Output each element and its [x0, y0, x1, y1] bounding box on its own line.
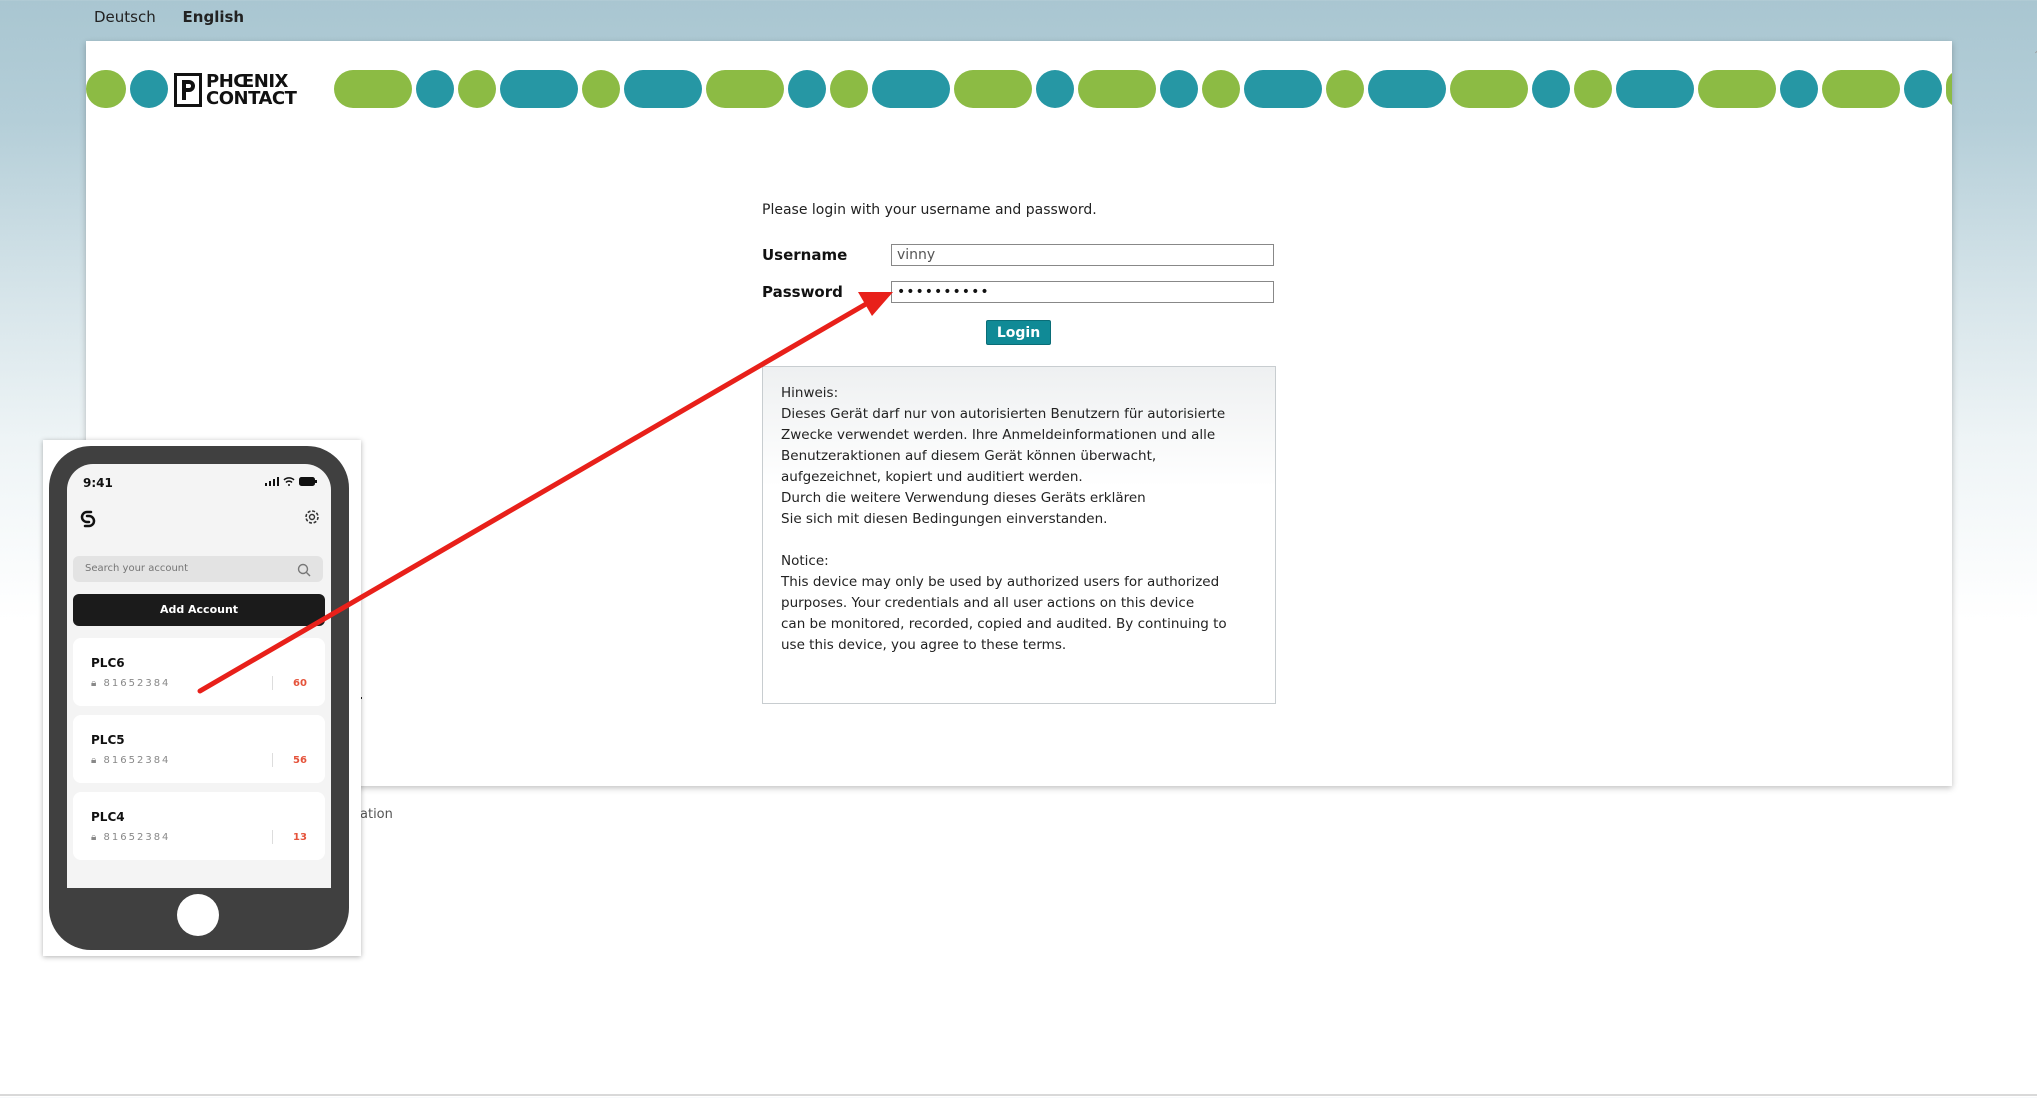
notice-en-title: Notice: [781, 553, 829, 569]
account-name: PLC5 [91, 733, 125, 747]
notice-de-line: Dieses Gerät darf nur von autorisierten … [781, 406, 1226, 422]
username-input[interactable] [891, 244, 1274, 266]
notice-en-line: can be monitored, recorded, copied and a… [781, 616, 1227, 632]
account-name: PLC4 [91, 810, 125, 824]
footer-text-fragment: ation [360, 807, 393, 822]
logo-text-line2: CONTACT [206, 88, 297, 109]
phone-body: 9:41 Add Account PLC6 🔒︎ 81652384 6 [49, 446, 349, 950]
login-intro-text: Please login with your username and pass… [762, 202, 1097, 218]
lock-icon: 🔒︎ [91, 755, 99, 766]
divider [0, 1094, 2037, 1096]
notice-de-line: Durch die weitere Verwendung dieses Gerä… [781, 490, 1146, 506]
notice-de-line: aufgezeichnet, kopiert und auditiert wer… [781, 469, 1083, 485]
wifi-icon [283, 477, 295, 486]
language-switcher: Deutsch English [94, 8, 266, 26]
app-logo-icon [77, 508, 99, 534]
notice-de-line: Zwecke verwendet werden. Ihre Anmeldeinf… [781, 427, 1216, 443]
notice-de-title: Hinweis: [781, 385, 839, 401]
notice-box: Hinweis: Dieses Gerät darf nur von autor… [762, 366, 1276, 704]
account-code: 81652384 [103, 832, 171, 843]
notice-en-line: purposes. Your credentials and all user … [781, 595, 1195, 611]
phoenix-contact-logo: PHŒNIX CONTACT [174, 70, 328, 110]
password-row: Password [762, 281, 1276, 305]
lang-english[interactable]: English [183, 8, 245, 26]
brand-banner [86, 70, 1952, 110]
phone-mockup: 9:41 Add Account PLC6 🔒︎ 81652384 6 [43, 440, 361, 956]
lock-icon: 🔒︎ [91, 678, 99, 689]
login-form: Please login with your username and pass… [762, 202, 1276, 704]
status-icons [265, 477, 317, 486]
account-code: 81652384 [103, 755, 171, 766]
battery-icon [299, 477, 317, 486]
password-input[interactable] [891, 281, 1274, 303]
lock-icon: 🔒︎ [91, 832, 99, 843]
notice-en-line: This device may only be used by authoriz… [781, 574, 1220, 590]
account-card[interactable]: PLC4 🔒︎ 81652384 13 [73, 792, 325, 860]
home-button[interactable] [177, 894, 219, 936]
lang-deutsch[interactable]: Deutsch [94, 8, 156, 26]
gear-icon[interactable] [303, 508, 321, 530]
phone-screen: 9:41 Add Account PLC6 🔒︎ 81652384 6 [67, 464, 331, 888]
scroll-indicator: ⌃ [2033, 50, 2037, 64]
notice-de-line: Benutzeraktionen auf diesem Gerät können… [781, 448, 1157, 464]
divider [272, 830, 273, 844]
divider [272, 753, 273, 767]
login-button[interactable]: Login [986, 320, 1051, 345]
status-time: 9:41 [83, 476, 113, 490]
search-icon [297, 562, 311, 581]
account-card[interactable]: PLC5 🔒︎ 81652384 56 [73, 715, 325, 783]
divider [272, 676, 273, 690]
account-count: 60 [293, 678, 307, 689]
account-name: PLC6 [91, 656, 125, 670]
account-count: 13 [293, 832, 307, 843]
notice-de-line: Sie sich mit diesen Bedingungen einverst… [781, 511, 1108, 527]
account-card[interactable]: PLC6 🔒︎ 81652384 60 [73, 638, 325, 706]
logo-mark-icon [174, 73, 202, 107]
add-account-button[interactable]: Add Account [73, 594, 325, 626]
username-label: Username [762, 246, 848, 264]
signal-icon [265, 477, 279, 486]
account-count: 56 [293, 755, 307, 766]
username-row: Username [762, 244, 1276, 268]
account-code: 81652384 [103, 678, 171, 689]
notice-en-line: use this device, you agree to these term… [781, 637, 1067, 653]
password-label: Password [762, 283, 843, 301]
search-input[interactable] [73, 556, 323, 582]
